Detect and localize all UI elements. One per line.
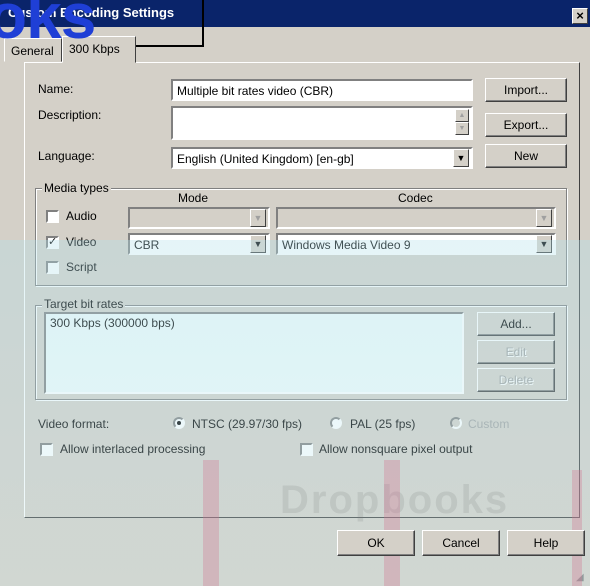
audio-checkbox[interactable] (46, 210, 59, 223)
bit-rates-list[interactable]: 300 Kbps (300000 bps) (44, 312, 464, 394)
watermark-stripe (384, 460, 400, 586)
chevron-down-icon: ▼ (250, 209, 266, 227)
video-codec-select[interactable]: Windows Media Video 9 (276, 233, 556, 255)
video-format-label: Video format: (38, 417, 110, 431)
spin-down-icon: ▼ (455, 122, 469, 135)
ntsc-label: NTSC (29.97/30 fps) (192, 417, 303, 431)
add-button[interactable]: Add... (477, 312, 555, 336)
ntsc-radio[interactable] (173, 417, 185, 429)
video-mode-select[interactable]: CBR (128, 233, 270, 255)
overlay-callout-line-horizontal (136, 45, 204, 47)
ok-button[interactable]: OK (337, 530, 415, 556)
chevron-down-icon: ▼ (536, 209, 552, 227)
cancel-button[interactable]: Cancel (422, 530, 500, 556)
name-label: Name: (38, 82, 74, 96)
name-input[interactable]: Multiple bit rates video (CBR) (171, 79, 473, 101)
chevron-down-icon[interactable]: ▼ (250, 235, 266, 253)
video-label: Video (66, 235, 97, 249)
audio-codec-select[interactable] (276, 207, 556, 229)
delete-button[interactable]: Delete (477, 368, 555, 392)
export-button[interactable]: Export... (485, 113, 567, 137)
pal-radio[interactable] (330, 417, 342, 429)
pal-label: PAL (25 fps) (350, 417, 416, 431)
description-label: Description: (38, 108, 102, 122)
help-button[interactable]: Help (507, 530, 585, 556)
language-label: Language: (38, 149, 95, 163)
interlaced-checkbox[interactable] (40, 443, 53, 456)
nonsquare-checkbox[interactable] (300, 443, 313, 456)
overlay-logo: oks (0, 0, 96, 52)
audio-label: Audio (66, 209, 97, 223)
description-input[interactable] (171, 106, 473, 140)
script-label: Script (66, 260, 97, 274)
media-types-title: Media types (42, 181, 111, 195)
video-checkbox[interactable]: ✓ (46, 236, 59, 249)
interlaced-label: Allow interlaced processing (60, 442, 206, 456)
overlay-callout-line (202, 0, 204, 46)
script-checkbox[interactable] (46, 261, 59, 274)
close-button[interactable]: × (572, 8, 588, 24)
chevron-down-icon[interactable]: ▼ (453, 149, 469, 167)
new-button[interactable]: New (485, 144, 567, 168)
list-item[interactable]: 300 Kbps (300000 bps) (50, 316, 458, 330)
mode-header: Mode (178, 191, 209, 205)
nonsquare-label: Allow nonsquare pixel output (319, 442, 473, 456)
custom-radio[interactable] (450, 417, 462, 429)
target-bit-rates-title: Target bit rates (42, 297, 126, 311)
edit-button[interactable]: Edit (477, 340, 555, 364)
custom-label: Custom (468, 417, 510, 431)
codec-header: Codec (398, 191, 433, 205)
chevron-down-icon[interactable]: ▼ (536, 235, 552, 253)
import-button[interactable]: Import... (485, 78, 567, 102)
watermark-stripe (203, 460, 219, 586)
audio-mode-select[interactable] (128, 207, 270, 229)
language-select[interactable]: English (United Kingdom) [en-gb] (171, 147, 473, 169)
spin-up-icon: ▲ (455, 109, 469, 122)
watermark-stripe (572, 470, 582, 586)
